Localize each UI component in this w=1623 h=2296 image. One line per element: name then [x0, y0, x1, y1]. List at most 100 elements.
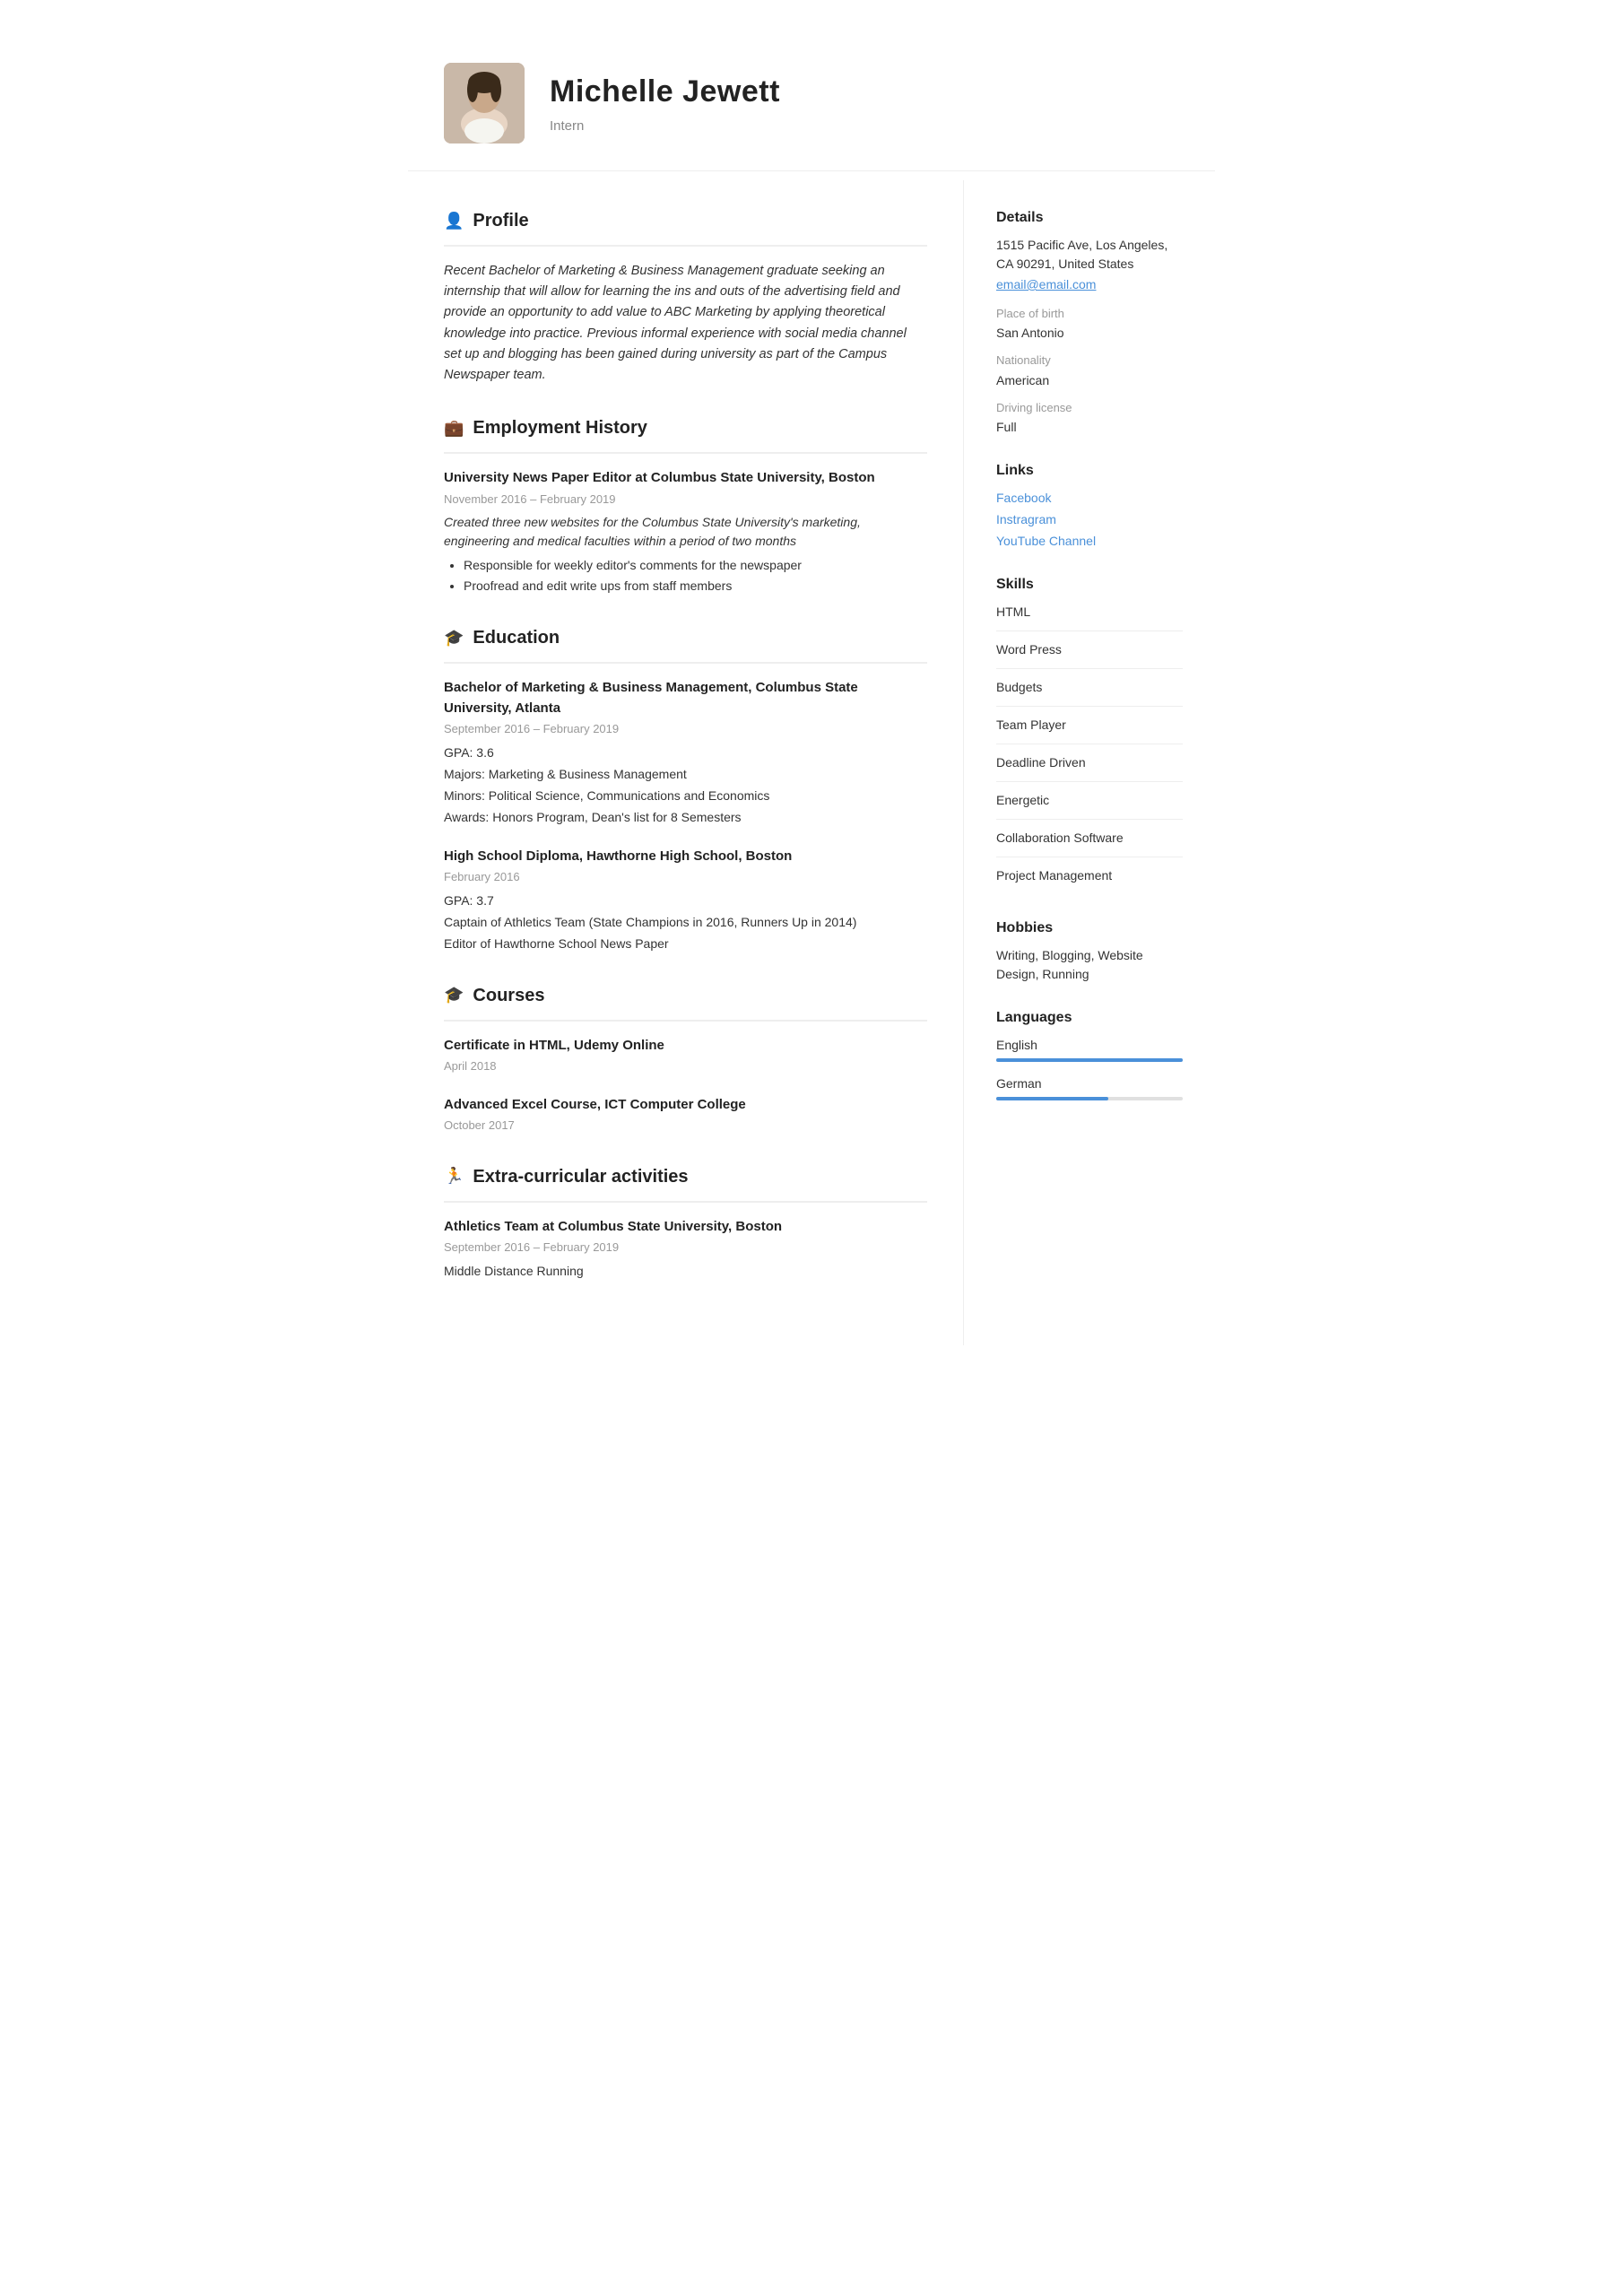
- profile-icon: 👤: [444, 209, 464, 233]
- language-english-bar-fill: [996, 1058, 1183, 1062]
- profile-section-header: 👤 Profile: [444, 207, 927, 234]
- employment-section: 💼 Employment History University News Pap…: [444, 414, 927, 596]
- extracurricular-entry-0-title: Athletics Team at Columbus State Univers…: [444, 1217, 927, 1238]
- education-entry-0-gpa: GPA: 3.6: [444, 744, 927, 762]
- education-entry-0-date: September 2016 – February 2019: [444, 720, 927, 738]
- extracurricular-entry-0: Athletics Team at Columbus State Univers…: [444, 1217, 927, 1281]
- employment-entry-0: University News Paper Editor at Columbus…: [444, 468, 927, 596]
- profile-text: Recent Bachelor of Marketing & Business …: [444, 261, 927, 386]
- driving-license-value: Full: [996, 418, 1183, 437]
- language-german-name: German: [996, 1074, 1183, 1093]
- education-section-title: Education: [473, 624, 560, 651]
- place-of-birth-label: Place of birth: [996, 305, 1183, 323]
- education-entry-1-gpa: GPA: 3.7: [444, 891, 927, 910]
- employment-entry-0-bullets: Responsible for weekly editor's comments…: [464, 556, 927, 596]
- education-entry-1-date: February 2016: [444, 868, 927, 886]
- nationality-value: American: [996, 371, 1183, 390]
- profile-section-title: Profile: [473, 207, 528, 234]
- hobbies-section: Hobbies Writing, Blogging, Website Desig…: [996, 918, 1183, 984]
- employment-entry-0-title: University News Paper Editor at Columbus…: [444, 468, 927, 489]
- education-section-header: 🎓 Education: [444, 624, 927, 651]
- resume-page: Michelle Jewett Intern 👤 Profile Recent …: [408, 0, 1215, 1399]
- bullet-item: Responsible for weekly editor's comments…: [464, 556, 927, 575]
- education-entry-1-title: High School Diploma, Hawthorne High Scho…: [444, 847, 927, 867]
- course-entry-0-date: April 2018: [444, 1057, 927, 1075]
- right-column: Details 1515 Pacific Ave, Los Angeles, C…: [964, 180, 1215, 1345]
- language-german-bar-fill: [996, 1097, 1108, 1100]
- nationality-label: Nationality: [996, 352, 1183, 370]
- links-section: Links Facebook Instragram YouTube Channe…: [996, 460, 1183, 551]
- skill-wordpress: Word Press: [996, 640, 1183, 669]
- profile-divider: [444, 245, 927, 247]
- employment-entry-0-desc: Created three new websites for the Colum…: [444, 513, 927, 551]
- course-entry-0-title: Certificate in HTML, Udemy Online: [444, 1036, 927, 1057]
- extracurricular-section: 🏃 Extra-curricular activities Athletics …: [444, 1163, 927, 1281]
- hobbies-section-title: Hobbies: [996, 918, 1183, 939]
- course-entry-1-date: October 2017: [444, 1117, 927, 1135]
- links-section-title: Links: [996, 460, 1183, 482]
- hobbies-text: Writing, Blogging, Website Design, Runni…: [996, 946, 1183, 984]
- employment-divider: [444, 452, 927, 454]
- skill-html: HTML: [996, 603, 1183, 631]
- education-section: 🎓 Education Bachelor of Marketing & Busi…: [444, 624, 927, 953]
- education-entry-0: Bachelor of Marketing & Business Managem…: [444, 678, 927, 827]
- skill-team-player: Team Player: [996, 716, 1183, 744]
- details-section-title: Details: [996, 207, 1183, 229]
- header-text: Michelle Jewett Intern: [550, 69, 780, 137]
- course-entry-0: Certificate in HTML, Udemy Online April …: [444, 1036, 927, 1075]
- skill-budgets: Budgets: [996, 678, 1183, 707]
- link-facebook[interactable]: Facebook: [996, 489, 1183, 508]
- skills-section: Skills HTML Word Press Budgets Team Play…: [996, 574, 1183, 894]
- bullet-item: Proofread and edit write ups from staff …: [464, 577, 927, 596]
- extracurricular-entry-0-activity: Middle Distance Running: [444, 1262, 927, 1281]
- link-instagram[interactable]: Instragram: [996, 510, 1183, 529]
- language-german-bar-bg: [996, 1097, 1183, 1100]
- education-entry-0-majors: Majors: Marketing & Business Management: [444, 765, 927, 784]
- extracurricular-icon: 🏃: [444, 1164, 464, 1188]
- education-icon: 🎓: [444, 626, 464, 650]
- avatar: [444, 63, 525, 144]
- education-entry-1-captain: Captain of Athletics Team (State Champio…: [444, 913, 927, 932]
- details-address: 1515 Pacific Ave, Los Angeles, CA 90291,…: [996, 236, 1183, 274]
- left-column: 👤 Profile Recent Bachelor of Marketing &…: [408, 180, 964, 1345]
- course-entry-1-title: Advanced Excel Course, ICT Computer Coll…: [444, 1095, 927, 1116]
- skill-project-management: Project Management: [996, 866, 1183, 894]
- employment-section-header: 💼 Employment History: [444, 414, 927, 441]
- education-divider: [444, 662, 927, 664]
- course-entry-1: Advanced Excel Course, ICT Computer Coll…: [444, 1095, 927, 1135]
- education-entry-0-minors: Minors: Political Science, Communication…: [444, 787, 927, 805]
- skills-section-title: Skills: [996, 574, 1183, 596]
- skill-deadline-driven: Deadline Driven: [996, 753, 1183, 782]
- languages-section-title: Languages: [996, 1007, 1183, 1029]
- details-email[interactable]: email@email.com: [996, 277, 1096, 291]
- place-of-birth-value: San Antonio: [996, 324, 1183, 343]
- employment-entry-0-date: November 2016 – February 2019: [444, 491, 927, 509]
- courses-divider: [444, 1020, 927, 1022]
- header-title: Intern: [550, 117, 780, 137]
- extracurricular-divider: [444, 1201, 927, 1203]
- education-entry-0-title: Bachelor of Marketing & Business Managem…: [444, 678, 927, 718]
- courses-icon: 🎓: [444, 983, 464, 1007]
- details-section: Details 1515 Pacific Ave, Los Angeles, C…: [996, 207, 1183, 437]
- link-youtube[interactable]: YouTube Channel: [996, 532, 1183, 551]
- extracurricular-section-title: Extra-curricular activities: [473, 1163, 688, 1190]
- courses-section-title: Courses: [473, 982, 544, 1009]
- employment-icon: 💼: [444, 416, 464, 440]
- language-german: German: [996, 1074, 1183, 1100]
- skill-energetic: Energetic: [996, 791, 1183, 820]
- language-english: English: [996, 1036, 1183, 1062]
- education-entry-1-editor: Editor of Hawthorne School News Paper: [444, 935, 927, 953]
- extracurricular-entry-0-date: September 2016 – February 2019: [444, 1239, 927, 1257]
- language-english-name: English: [996, 1036, 1183, 1055]
- header: Michelle Jewett Intern: [408, 36, 1215, 171]
- education-entry-0-awards: Awards: Honors Program, Dean's list for …: [444, 808, 927, 827]
- skill-collaboration: Collaboration Software: [996, 829, 1183, 857]
- courses-section: 🎓 Courses Certificate in HTML, Udemy Onl…: [444, 982, 927, 1135]
- body: 👤 Profile Recent Bachelor of Marketing &…: [408, 180, 1215, 1345]
- profile-section: 👤 Profile Recent Bachelor of Marketing &…: [444, 207, 927, 386]
- driving-license-label: Driving license: [996, 399, 1183, 417]
- employment-section-title: Employment History: [473, 414, 647, 441]
- courses-section-header: 🎓 Courses: [444, 982, 927, 1009]
- header-name: Michelle Jewett: [550, 69, 780, 115]
- languages-section: Languages English German: [996, 1007, 1183, 1100]
